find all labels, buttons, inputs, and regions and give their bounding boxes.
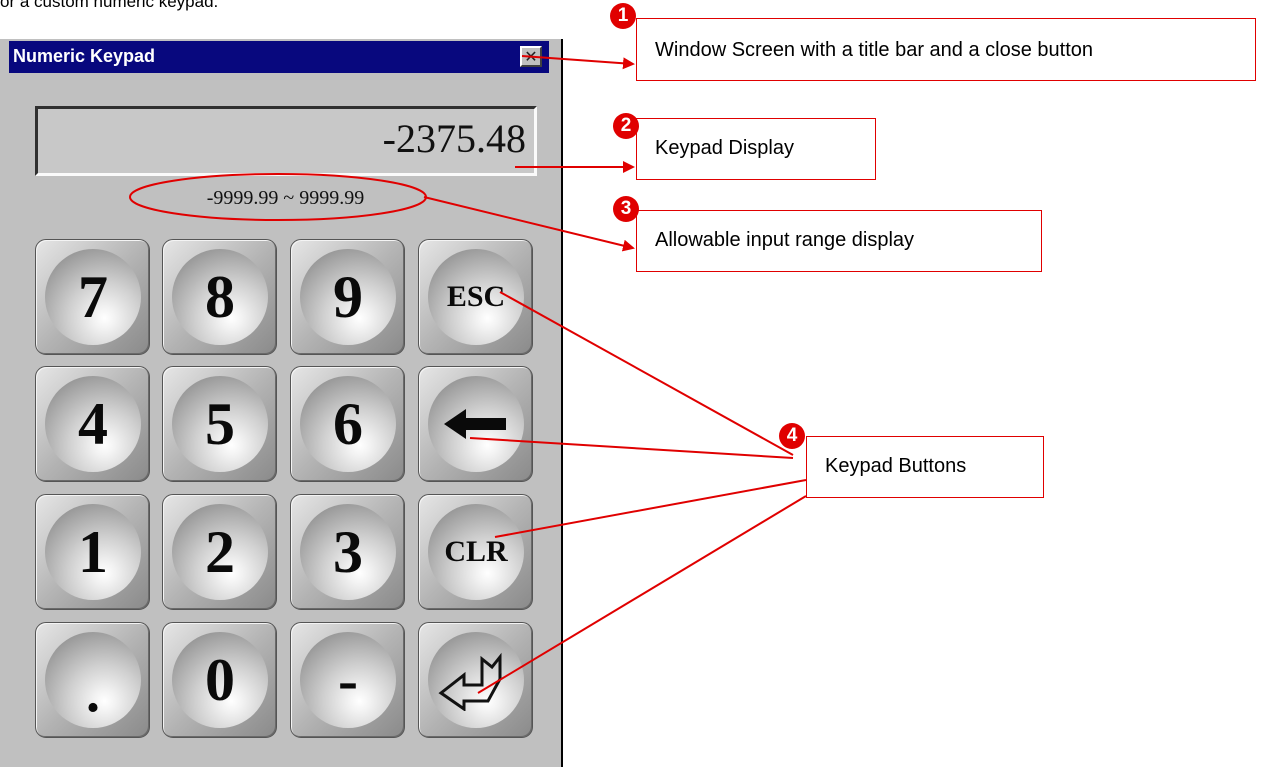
key-9[interactable]: 9 <box>290 239 405 355</box>
key-label: 6 <box>333 391 363 457</box>
key-label: 0 <box>205 647 235 713</box>
enter-return-icon <box>438 652 502 711</box>
callout-badge-2: 2 <box>613 113 639 139</box>
backspace-button[interactable] <box>418 366 533 482</box>
key-label: 3 <box>333 519 363 585</box>
close-button[interactable]: ✕ <box>520 46 542 67</box>
callout-text: Keypad Display <box>655 137 794 159</box>
key-label: 8 <box>205 264 235 330</box>
key-6[interactable]: 6 <box>290 366 405 482</box>
callout-badge-4: 4 <box>779 423 805 449</box>
enter-button[interactable] <box>418 622 533 738</box>
window-title: Numeric Keypad <box>13 46 156 66</box>
backspace-arrow-icon <box>444 409 506 439</box>
key-label: CLR <box>444 535 508 568</box>
key-2[interactable]: 2 <box>162 494 277 610</box>
key-label: - <box>338 647 358 713</box>
key-label: 4 <box>78 391 108 457</box>
key-3[interactable]: 3 <box>290 494 405 610</box>
key-decimal-point[interactable]: . <box>35 622 150 738</box>
callout-text: Allowable input range display <box>655 229 915 251</box>
key-label: 2 <box>205 519 235 585</box>
key-minus[interactable]: - <box>290 622 405 738</box>
key-1[interactable]: 1 <box>35 494 150 610</box>
key-label: 9 <box>333 264 363 330</box>
callout-text: Keypad Buttons <box>825 455 967 477</box>
key-5[interactable]: 5 <box>162 366 277 482</box>
callout-text: Window Screen with a title bar and a clo… <box>655 39 1094 61</box>
input-range-label: -9999.99 ~ 9999.99 <box>206 187 365 209</box>
close-icon: ✕ <box>524 46 538 66</box>
callout-keypad-buttons: Keypad Buttons <box>806 436 1044 498</box>
key-8[interactable]: 8 <box>162 239 277 355</box>
keypad-display: -2375.48 <box>35 106 537 176</box>
key-label: 5 <box>205 391 235 457</box>
callout-keypad-display: Keypad Display <box>636 118 876 180</box>
title-bar[interactable]: Numeric Keypad ✕ <box>9 41 549 73</box>
key-4[interactable]: 4 <box>35 366 150 482</box>
key-label: 1 <box>78 519 108 585</box>
key-0[interactable]: 0 <box>162 622 277 738</box>
key-label: ESC <box>446 280 506 313</box>
intro-text: or a custom numeric keypad. <box>0 0 219 11</box>
esc-button[interactable]: ESC <box>418 239 533 355</box>
callout-badge-1: 1 <box>610 3 636 29</box>
numeric-keypad-window: Numeric Keypad ✕ -2375.48 -9999.99 ~ 999… <box>0 39 563 767</box>
key-label: . <box>86 662 100 724</box>
callout-input-range: Allowable input range display <box>636 210 1042 272</box>
key-7[interactable]: 7 <box>35 239 150 355</box>
callout-badge-3: 3 <box>613 196 639 222</box>
display-value: -2375.48 <box>382 116 526 161</box>
key-label: 7 <box>78 264 108 330</box>
clr-button[interactable]: CLR <box>418 494 533 610</box>
callout-window-screen: Window Screen with a title bar and a clo… <box>636 18 1256 81</box>
